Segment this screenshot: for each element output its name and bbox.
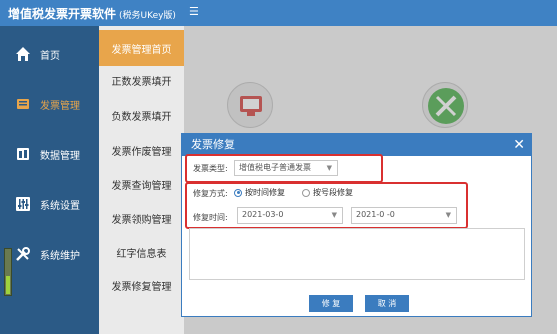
repair-log-area[interactable] — [189, 228, 525, 280]
sidebar-item-home[interactable]: 首页 — [0, 34, 99, 74]
home-icon — [14, 45, 32, 63]
sidebar-item-invoice[interactable]: 发票管理 — [0, 84, 99, 124]
sidebar-item-label: 数据管理 — [40, 150, 80, 162]
dialog-title: 发票修复 — [191, 138, 235, 151]
close-icon[interactable]: ✕ — [513, 134, 525, 156]
sub-navigation: 发票管理首页 正数发票填开 负数发票填开 发票作废管理 发票查询管理 发票领购管… — [99, 26, 184, 334]
subnav-item-repair-invoice[interactable]: 发票修复管理 — [99, 267, 184, 303]
ukey-status-fill — [6, 276, 10, 294]
ukey-status-indicator — [4, 248, 12, 296]
app-window: 增值税发票开票软件 (税务UKey版) ☰ 首页 发票管理 数据管理 系统设置 … — [0, 0, 557, 334]
repair-button[interactable]: 修 复 — [309, 295, 353, 312]
app-subtitle: (税务UKey版) — [119, 11, 176, 21]
sidebar-item-label: 发票管理 — [40, 100, 80, 112]
sidebar-item-label: 系统维护 — [40, 250, 80, 262]
maintenance-icon — [14, 245, 32, 263]
subnav-item-red-letter[interactable]: 红字信息表 — [99, 234, 184, 270]
highlight-repair-options — [185, 182, 468, 229]
subnav-item-negative-invoice[interactable]: 负数发票填开 — [99, 97, 184, 133]
subnav-item-query-invoice[interactable]: 发票查询管理 — [99, 166, 184, 202]
invoice-icon — [14, 95, 32, 113]
subnav-item-positive-invoice[interactable]: 正数发票填开 — [99, 62, 184, 98]
subnav-item-purchase-invoice[interactable]: 发票领购管理 — [99, 200, 184, 236]
sidebar-item-data[interactable]: 数据管理 — [0, 134, 99, 174]
data-icon — [14, 145, 32, 163]
sidebar-item-label: 系统设置 — [40, 200, 80, 212]
sidebar: 首页 发票管理 数据管理 系统设置 系统维护 — [0, 26, 99, 334]
title-bar: 增值税发票开票软件 (税务UKey版) ☰ — [0, 0, 557, 26]
cancel-button[interactable]: 取 消 — [365, 295, 409, 312]
sidebar-item-settings[interactable]: 系统设置 — [0, 184, 99, 224]
sidebar-item-maintenance[interactable]: 系统维护 — [0, 234, 99, 274]
sidebar-item-label: 首页 — [40, 50, 60, 62]
settings-icon — [14, 195, 32, 213]
app-title-text: 增值税发票开票软件 — [8, 7, 117, 21]
app-title: 增值税发票开票软件 (税务UKey版) — [8, 5, 176, 22]
highlight-invoice-type — [185, 154, 383, 183]
invoice-repair-dialog: 发票修复 ✕ 发票类型: 增值税电子普通发票 ▼ 修复方式: 按时间修复 按号段… — [181, 133, 532, 317]
dialog-header: 发票修复 ✕ — [182, 134, 531, 156]
menu-icon[interactable]: ☰ — [189, 5, 199, 18]
subnav-item-void-invoice[interactable]: 发票作废管理 — [99, 132, 184, 168]
subnav-item-invoice-home[interactable]: 发票管理首页 — [99, 30, 184, 66]
